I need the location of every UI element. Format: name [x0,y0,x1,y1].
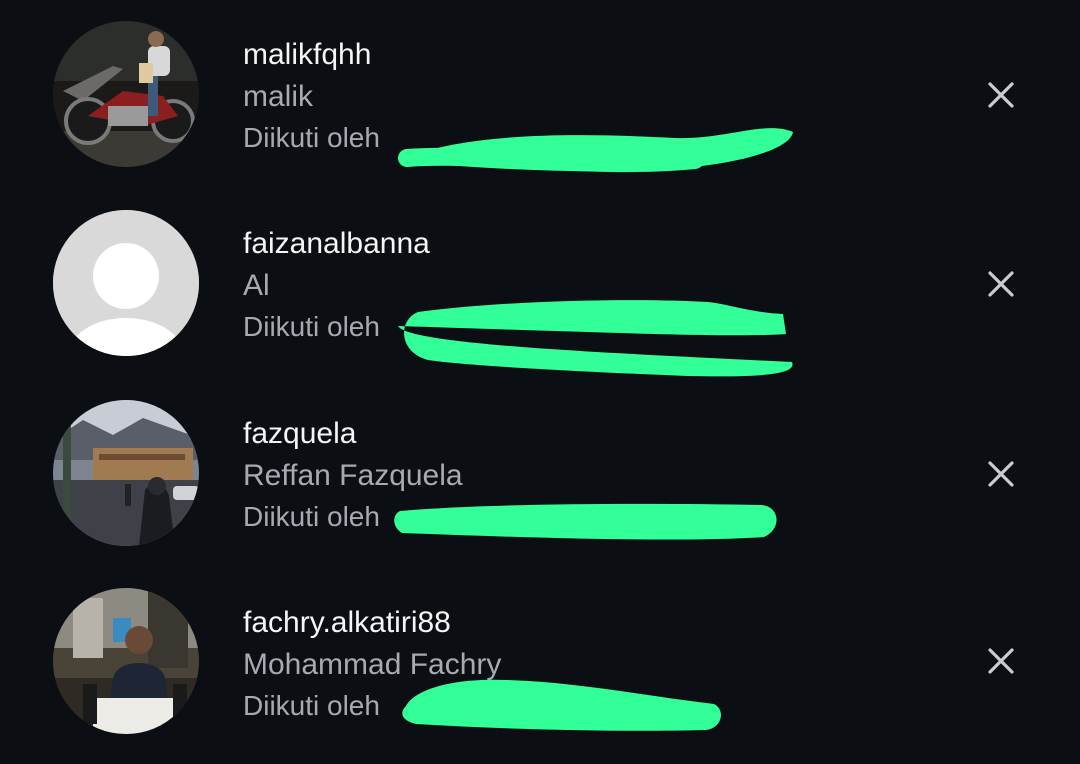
avatar[interactable] [53,210,199,356]
close-icon [988,271,1014,297]
suggested-accounts-list: malikfqhh malik Diikuti oleh faizanalban… [0,0,1080,764]
redaction-scribble [394,503,777,540]
dismiss-button[interactable] [984,78,1018,112]
avatar[interactable] [53,400,199,546]
default-user-icon [53,210,199,356]
avatar[interactable] [53,588,199,734]
followed-by-text: Diikuti oleh [243,122,380,153]
close-icon [988,82,1014,108]
suggestion-row[interactable]: fachry.alkatiri88 Mohammad Fachry Diikut… [0,586,1080,736]
avatar[interactable] [53,21,199,167]
profile-photo-street [53,400,199,546]
redaction-scribble [398,128,793,173]
dismiss-button[interactable] [984,644,1018,678]
profile-photo-motorcycle [53,21,199,167]
profile-photo-restaurant [53,588,199,734]
close-icon [988,461,1014,487]
followed-by-text: Diikuti oleh [243,311,380,342]
full-name: Mohammad Fachry [243,648,502,681]
full-name: malik [243,80,314,113]
followed-by-text: Diikuti oleh [243,690,380,721]
username[interactable]: fachry.alkatiri88 [243,606,451,640]
username[interactable]: fazquela [243,417,356,451]
suggestion-row[interactable]: fazquela Reffan Fazquela Diikuti oleh [0,397,1080,547]
close-icon [988,648,1014,674]
full-name: Reffan Fazquela [243,459,463,492]
dismiss-button[interactable] [984,457,1018,491]
redaction-scribble [398,300,793,377]
followed-by-text: Diikuti oleh [243,501,380,532]
suggestion-row[interactable]: malikfqhh malik Diikuti oleh [0,18,1080,173]
username[interactable]: faizanalbanna [243,227,430,261]
dismiss-button[interactable] [984,267,1018,301]
username[interactable]: malikfqhh [243,38,371,72]
suggestion-row[interactable]: faizanalbanna Al Diikuti oleh [0,207,1080,377]
full-name: Al [243,269,270,302]
